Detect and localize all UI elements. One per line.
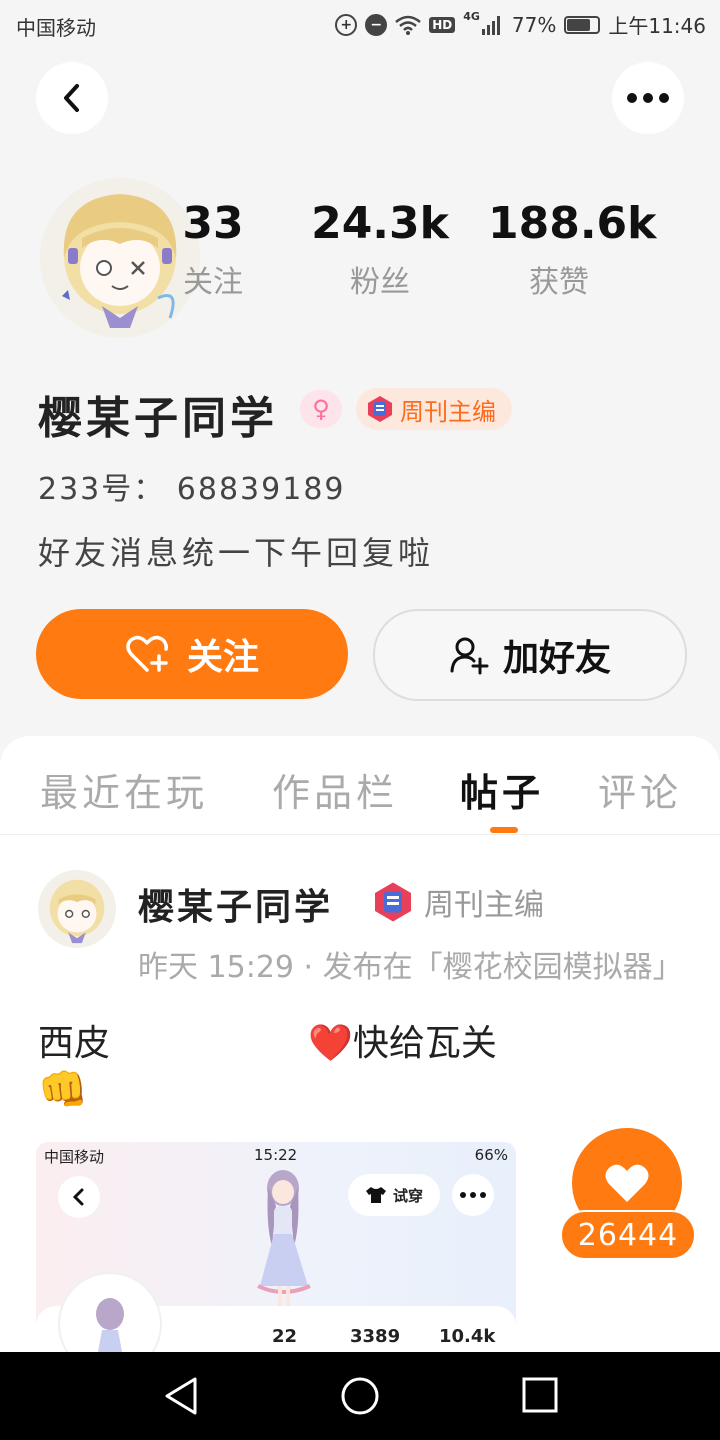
follow-button[interactable]: 关注 (36, 609, 348, 699)
post-text-line-1: 西皮 (38, 1023, 111, 1064)
stat-fans[interactable]: 24.3k 粉丝 (310, 198, 450, 301)
post-image[interactable]: 中国移动 15:22 66% 试穿 22 3389 10.4k (36, 1142, 516, 1356)
tab-posts[interactable]: 帖子 (460, 762, 544, 817)
system-navigation-bar (0, 1352, 720, 1440)
tab-comments[interactable]: 评论 (598, 762, 682, 817)
title-badge-label: 周刊主编 (400, 397, 496, 426)
add-friend-label: 加好友 (502, 638, 611, 679)
more-dots-icon (627, 93, 669, 103)
stat-value: 188.6k (488, 198, 657, 249)
post-author-avatar[interactable] (38, 870, 116, 948)
follow-label: 关注 (186, 637, 259, 678)
add-friend-button[interactable]: 加好友 (373, 609, 687, 701)
embedded-more-icon (452, 1174, 494, 1216)
embedded-status-bar: 中国移动 15:22 66% (36, 1142, 516, 1168)
add-user-icon (450, 637, 489, 675)
fist-emoji: 👊 (38, 1067, 88, 1113)
heart-plus-icon (126, 635, 168, 672)
nav-recents-icon[interactable] (522, 1376, 558, 1414)
embedded-try-on-button: 试穿 (348, 1174, 440, 1216)
signal-icon (481, 15, 500, 35)
stat-value: 24.3k (311, 198, 449, 249)
back-button[interactable] (36, 62, 108, 134)
post-meta[interactable]: 昨天 15:29 · 发布在「樱花校园模拟器」 (138, 942, 713, 986)
hd-icon: HD (429, 16, 456, 33)
status-bar: 中国移动 + − HD 4G 77% 上午11:46 (0, 0, 720, 50)
profile-bio: 好友消息统一下午回复啦 (38, 534, 435, 572)
nav-back-icon[interactable] (162, 1376, 200, 1416)
active-tab-indicator (490, 827, 518, 833)
data-saver-icon: + (335, 13, 358, 36)
embedded-try-on-label: 试穿 (392, 1186, 423, 1205)
profile-name: 樱某子同学 (38, 393, 278, 444)
character-figure-image (257, 1170, 311, 1314)
post-author-badge: 周刊主编 (372, 880, 544, 924)
embedded-back-icon (58, 1176, 100, 1218)
embedded-stat: 10.4k (439, 1326, 496, 1347)
embedded-time: 15:22 (254, 1146, 298, 1164)
editor-badge-icon (368, 396, 392, 422)
more-button[interactable] (612, 62, 684, 134)
tab-recent-played[interactable]: 最近在玩 (40, 762, 208, 817)
stat-label: 获赞 (529, 265, 589, 300)
stat-label: 粉丝 (350, 265, 410, 300)
like-count: 26444 (560, 1210, 696, 1260)
anime-girl-avatar-image (49, 879, 105, 944)
stat-following[interactable]: 33 关注 (168, 198, 258, 301)
shirt-icon (365, 1187, 386, 1203)
post-text-line-2: ❤️快给瓦关 (308, 1023, 497, 1064)
heart-icon (605, 1164, 649, 1202)
nav-home-icon[interactable] (340, 1376, 380, 1416)
post-text[interactable]: 西皮 ❤️快给瓦关 (38, 1014, 497, 1066)
embedded-carrier: 中国移动 (44, 1148, 105, 1166)
title-badge[interactable]: 周刊主编 (356, 388, 512, 430)
do-not-disturb-icon: − (365, 13, 388, 36)
content-panel: 最近在玩 作品栏 帖子 评论 樱某子同学 周刊主编 昨天 15:29 · 发布在… (0, 736, 720, 1356)
female-icon: ♀ (300, 390, 342, 428)
embedded-stat: 22 (272, 1326, 298, 1347)
clock: 上午11:46 (608, 14, 706, 38)
tab-works[interactable]: 作品栏 (272, 762, 398, 817)
network-type: 4G (463, 10, 480, 23)
user-id[interactable]: 233号： 68839189 (38, 464, 346, 508)
stat-label: 关注 (183, 265, 243, 300)
embedded-avatar (58, 1272, 162, 1356)
stat-likes[interactable]: 188.6k 获赞 (488, 198, 657, 301)
battery-percent: 77% (511, 12, 557, 37)
embedded-stat: 3389 (350, 1326, 401, 1347)
profile-tabs: 最近在玩 作品栏 帖子 评论 (0, 736, 720, 835)
battery-icon (564, 15, 601, 34)
carrier-label: 中国移动 (16, 16, 96, 40)
stat-value: 33 (182, 198, 244, 249)
editor-badge-icon (375, 882, 411, 922)
embedded-battery: 66% (474, 1146, 508, 1164)
post-badge-label: 周刊主编 (424, 888, 544, 923)
chevron-left-icon (64, 84, 79, 112)
wifi-icon (395, 15, 422, 35)
post-author-name[interactable]: 樱某子同学 (138, 878, 333, 930)
